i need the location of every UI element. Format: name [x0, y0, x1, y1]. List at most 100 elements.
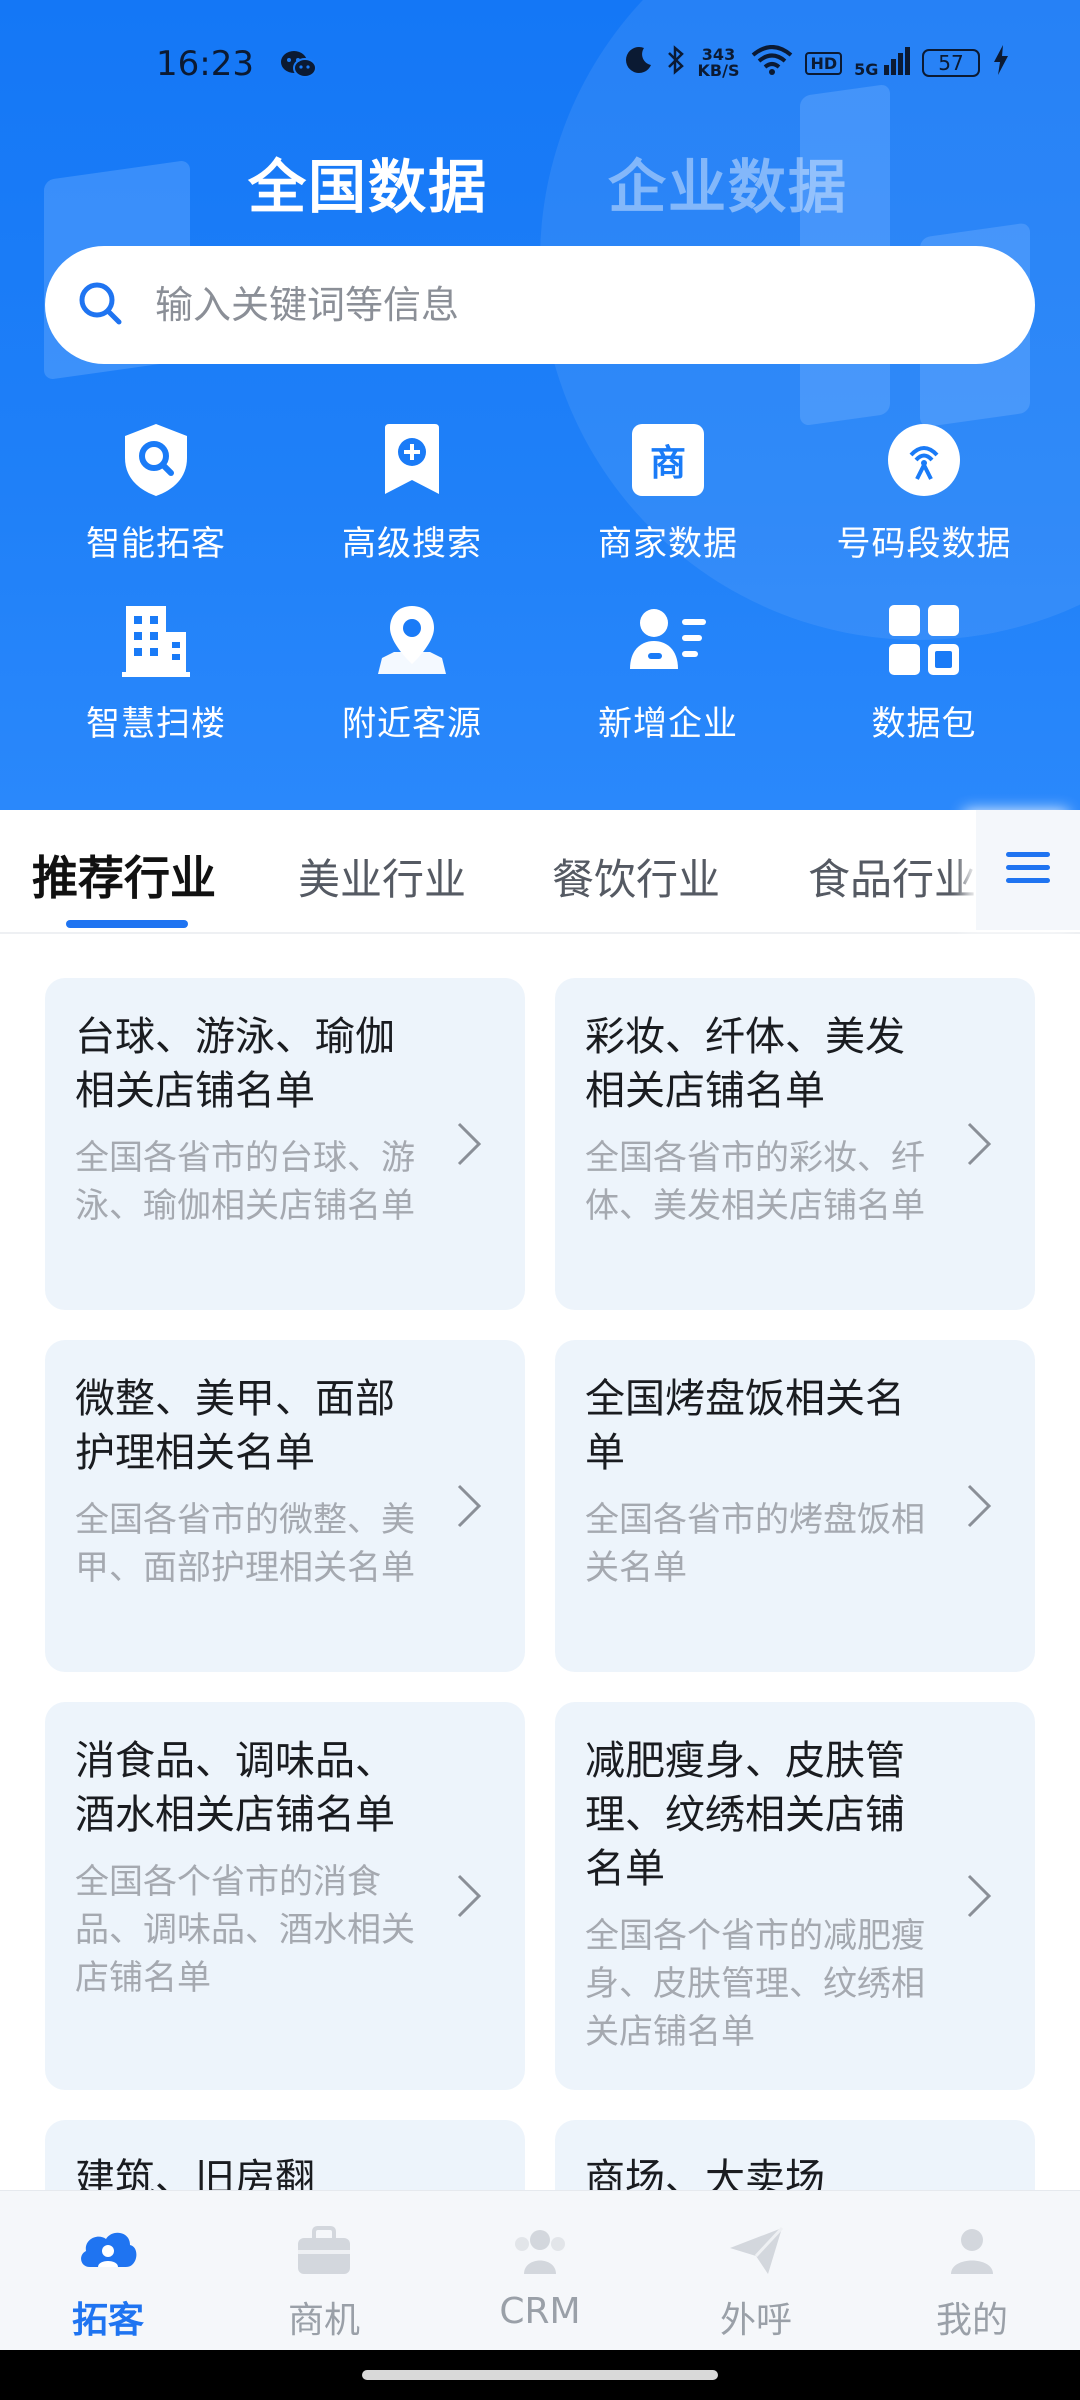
card-description: 全国各省市的烤盘饭相关名单 — [585, 1500, 925, 1588]
feature-label: 新增企业 — [598, 704, 738, 744]
nav-label: 商机 — [287, 2300, 360, 2341]
signal-label: 5G — [854, 60, 879, 79]
card-description: 全国各省市的彩妆、纤体、美发相关店铺名单 — [585, 1138, 925, 1226]
hero-header: 16:23 343 KB/S HD 5G 57 全国数据 企业数据 输入关键词等… — [0, 0, 1080, 810]
net-speed-unit: KB/S — [697, 61, 740, 80]
card-description: 全国各个省市的减肥瘦身、皮肤管理、纹绣相关店铺名单 — [585, 1916, 925, 2052]
tab-beauty-industry[interactable]: 美业行业 — [298, 846, 466, 907]
cloud-people-icon — [38, 2221, 178, 2281]
search-bar[interactable] — [45, 246, 1035, 364]
category-menu-button[interactable] — [976, 810, 1080, 930]
feature-smart-prospecting[interactable]: 智能拓客 — [28, 420, 284, 564]
feature-label: 高级搜索 — [342, 524, 482, 564]
nav-mine[interactable]: 我的 — [902, 2221, 1042, 2343]
list-card[interactable]: 彩妆、纤体、美发相关店铺名单 全国各省市的彩妆、纤体、美发相关店铺名单 — [555, 978, 1035, 1310]
building-icon — [28, 600, 284, 680]
chevron-right-icon — [455, 1482, 483, 1534]
feature-label: 智能拓客 — [86, 524, 226, 564]
user-list-icon — [540, 600, 796, 680]
paper-plane-icon — [686, 2221, 826, 2281]
card-description: 全国各个省市的消食品、调味品、酒水相关店铺名单 — [75, 1862, 415, 1998]
wechat-icon — [280, 50, 318, 84]
feature-advanced-search[interactable]: 高级搜索 — [284, 420, 540, 564]
nav-label: CRM — [499, 2291, 581, 2332]
tab-enterprise-data[interactable]: 企业数据 — [608, 140, 848, 224]
feature-label: 商家数据 — [598, 524, 738, 564]
bottom-navigation: 拓客 商机 CRM 外呼 我的 — [0, 2190, 1080, 2351]
feature-new-enterprises[interactable]: 新增企业 — [540, 600, 796, 744]
tab-catering-industry[interactable]: 餐饮行业 — [552, 846, 720, 907]
search-icon — [77, 280, 123, 330]
person-icon — [902, 2221, 1042, 2281]
menu-icon — [1006, 850, 1050, 890]
list-card[interactable]: 全国烤盘饭相关名单 全国各省市的烤盘饭相关名单 — [555, 1340, 1035, 1672]
feature-label: 数据包 — [871, 704, 977, 744]
list-card[interactable]: 台球、游泳、瑜伽相关店铺名单 全国各省市的台球、游泳、瑜伽相关店铺名单 — [45, 978, 525, 1310]
list-card[interactable]: 减肥瘦身、皮肤管理、纹绣相关店铺名单 全国各个省市的减肥瘦身、皮肤管理、纹绣相关… — [555, 1702, 1035, 2090]
chevron-right-icon — [965, 1872, 993, 1924]
battery-icon: 57 — [922, 49, 980, 77]
chevron-right-icon — [455, 1872, 483, 1924]
nav-crm[interactable]: CRM — [470, 2221, 610, 2332]
card-description: 全国各省市的台球、游泳、瑜伽相关店铺名单 — [75, 1138, 415, 1226]
industry-tabs: 推荐行业 美业行业 餐饮行业 食品行业 — [0, 810, 1080, 934]
feature-label: 附近客源 — [342, 704, 482, 744]
search-input[interactable] — [153, 282, 957, 328]
status-icons: 343 KB/S HD 5G 57 — [624, 44, 1010, 82]
nav-outbound-call[interactable]: 外呼 — [686, 2221, 826, 2343]
list-card[interactable]: 消食品、调味品、酒水相关店铺名单 全国各个省市的消食品、调味品、酒水相关店铺名单 — [45, 1702, 525, 2090]
list-card[interactable]: 商场、大卖场 — [555, 2120, 1035, 2190]
nav-label: 外呼 — [719, 2300, 792, 2341]
chevron-right-icon — [965, 1120, 993, 1172]
feature-label: 智慧扫楼 — [86, 704, 226, 744]
card-description: 全国各省市的微整、美甲、面部护理相关名单 — [75, 1500, 415, 1588]
system-navigation-bar — [0, 2350, 1080, 2400]
nav-label: 拓客 — [71, 2300, 144, 2341]
grid-package-icon — [796, 600, 1052, 680]
status-time: 16:23 — [156, 44, 254, 84]
card-title: 全国烤盘饭相关名单 — [585, 1376, 905, 1476]
feature-label: 号码段数据 — [836, 524, 1012, 564]
net-speed: 343 KB/S — [698, 47, 740, 79]
team-icon — [470, 2221, 610, 2281]
shop-badge-icon: 商 — [540, 420, 796, 500]
feature-nearby-customers[interactable]: 附近客源 — [284, 600, 540, 744]
card-title: 建筑、旧房翻 — [75, 2156, 315, 2190]
data-scope-tabs: 全国数据 企业数据 — [0, 140, 1080, 221]
bookmark-plus-icon — [284, 420, 540, 500]
shop-badge: 商 — [632, 424, 704, 496]
moon-icon — [624, 45, 654, 81]
nav-opportunities[interactable]: 商机 — [254, 2221, 394, 2343]
feature-data-package[interactable]: 数据包 — [796, 600, 1052, 744]
card-title: 减肥瘦身、皮肤管理、纹绣相关店铺名单 — [585, 1738, 905, 1892]
tab-food-industry[interactable]: 食品行业 — [808, 846, 976, 907]
feature-number-segment-data[interactable]: 号码段数据 — [796, 420, 1052, 564]
hd-indicator: HD — [805, 51, 843, 75]
charging-icon — [992, 45, 1010, 81]
wifi-icon — [751, 45, 793, 81]
signal-icon: 5G — [854, 47, 910, 79]
active-tab-indicator — [66, 920, 188, 928]
list-card[interactable]: 建筑、旧房翻 — [45, 2120, 525, 2190]
industry-list: 台球、游泳、瑜伽相关店铺名单 全国各省市的台球、游泳、瑜伽相关店铺名单 彩妆、纤… — [0, 934, 1080, 2190]
home-indicator[interactable] — [362, 2370, 718, 2380]
briefcase-icon — [254, 2221, 394, 2281]
location-pin-icon — [284, 600, 540, 680]
tab-national-data[interactable]: 全国数据 — [248, 140, 488, 224]
feature-merchant-data[interactable]: 商 商家数据 — [540, 420, 796, 564]
card-title: 消食品、调味品、酒水相关店铺名单 — [75, 1738, 395, 1838]
card-title: 微整、美甲、面部护理相关名单 — [75, 1376, 395, 1476]
status-bar: 16:23 343 KB/S HD 5G 57 — [0, 0, 1080, 120]
chevron-right-icon — [965, 1482, 993, 1534]
card-title: 商场、大卖场 — [585, 2156, 825, 2190]
bluetooth-icon — [666, 44, 686, 82]
signal-tower-icon — [796, 420, 1052, 500]
shield-search-icon — [28, 420, 284, 500]
list-card[interactable]: 微整、美甲、面部护理相关名单 全国各省市的微整、美甲、面部护理相关名单 — [45, 1340, 525, 1672]
card-title: 台球、游泳、瑜伽相关店铺名单 — [75, 1014, 395, 1114]
feature-smart-building-sweep[interactable]: 智慧扫楼 — [28, 600, 284, 744]
card-title: 彩妆、纤体、美发相关店铺名单 — [585, 1014, 905, 1114]
chevron-right-icon — [455, 1120, 483, 1172]
tab-recommended-industry[interactable]: 推荐行业 — [32, 842, 216, 908]
nav-prospecting[interactable]: 拓客 — [38, 2221, 178, 2343]
